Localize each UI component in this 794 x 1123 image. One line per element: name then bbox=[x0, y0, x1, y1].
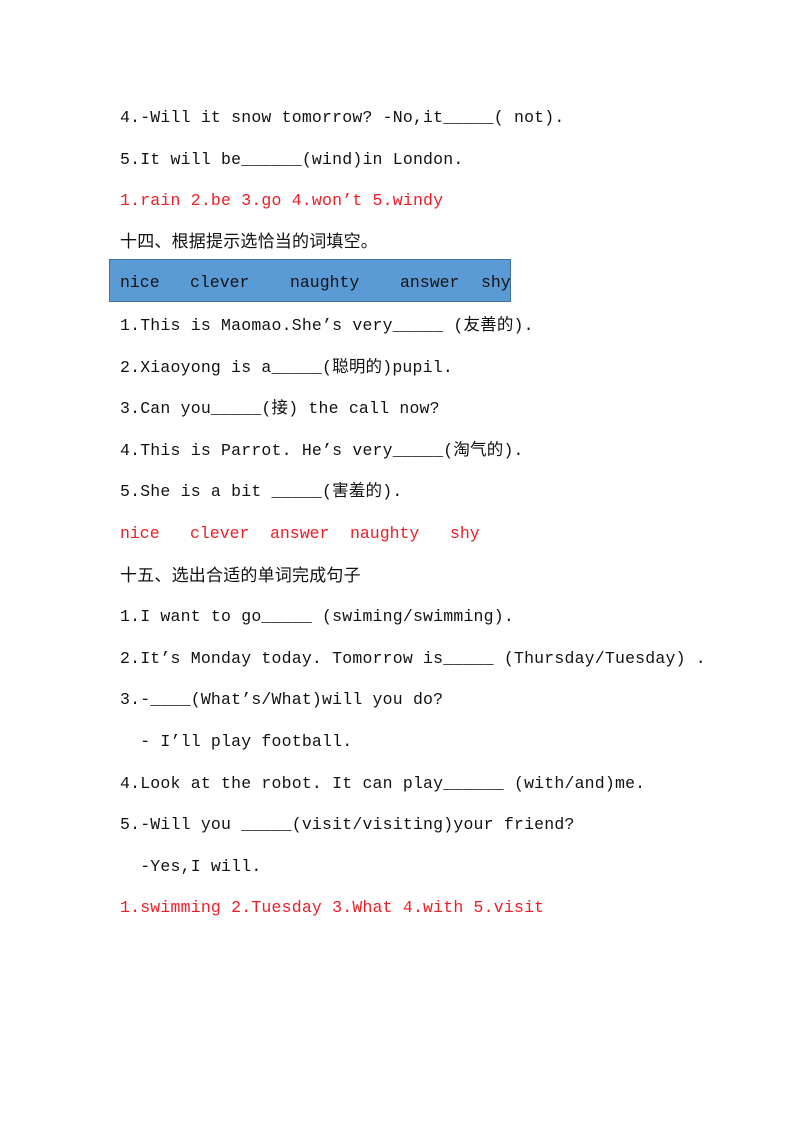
word-bank-item: naughty bbox=[290, 273, 360, 292]
s15-line-5: 5.-Will you _____(visit/visiting)your fr… bbox=[120, 815, 575, 834]
answer-word: clever bbox=[190, 524, 250, 543]
s14-word-bank: nice clever naughty answer shy bbox=[109, 259, 511, 302]
answer-word: shy bbox=[450, 524, 480, 543]
s13-question-4: 4.-Will it snow tomorrow? -No,it_____( n… bbox=[120, 108, 565, 127]
s15-line-3-reply: - I’ll play football. bbox=[120, 732, 353, 751]
answer-word: nice bbox=[120, 524, 160, 543]
answer-word: answer bbox=[270, 524, 330, 543]
word-bank-item: answer bbox=[400, 273, 460, 292]
s14-question-2: 2.Xiaoyong is a_____(聪明的)pupil. bbox=[120, 358, 453, 377]
s15-line-2: 2.It’s Monday today. Tomorrow is_____ (T… bbox=[120, 649, 706, 668]
word-bank-item: nice bbox=[120, 273, 160, 292]
s14-question-4: 4.This is Parrot. He’s very_____(淘气的). bbox=[120, 441, 524, 460]
s15-line-5-reply: -Yes,I will. bbox=[120, 857, 262, 876]
s15-heading: 十五、选出合适的单词完成句子 bbox=[120, 566, 361, 586]
s15-line-4: 4.Look at the robot. It can play______ (… bbox=[120, 774, 646, 793]
document-page: 4.-Will it snow tomorrow? -No,it_____( n… bbox=[0, 0, 794, 1123]
s13-question-5: 5.It will be______(wind)in London. bbox=[120, 150, 464, 169]
s14-question-1: 1.This is Maomao.She’s very_____ (友善的). bbox=[120, 316, 534, 335]
s15-line-1: 1.I want to go_____ (swiming/swimming). bbox=[120, 607, 514, 626]
s15-answer-key: 1.swimming 2.Tuesday 3.What 4.with 5.vis… bbox=[120, 898, 545, 917]
word-bank-item: clever bbox=[190, 273, 250, 292]
answer-word: naughty bbox=[350, 524, 420, 543]
s14-question-5: 5.She is a bit _____(害羞的). bbox=[120, 482, 403, 501]
s15-line-3: 3.-____(What’s/What)will you do? bbox=[120, 690, 444, 709]
word-bank-item: shy bbox=[481, 273, 511, 292]
s14-heading: 十四、根据提示选恰当的词填空。 bbox=[120, 232, 378, 252]
s13-answer-key: 1.rain 2.be 3.go 4.won’t 5.windy bbox=[120, 191, 444, 210]
s14-question-3: 3.Can you_____(接) the call now? bbox=[120, 399, 440, 418]
